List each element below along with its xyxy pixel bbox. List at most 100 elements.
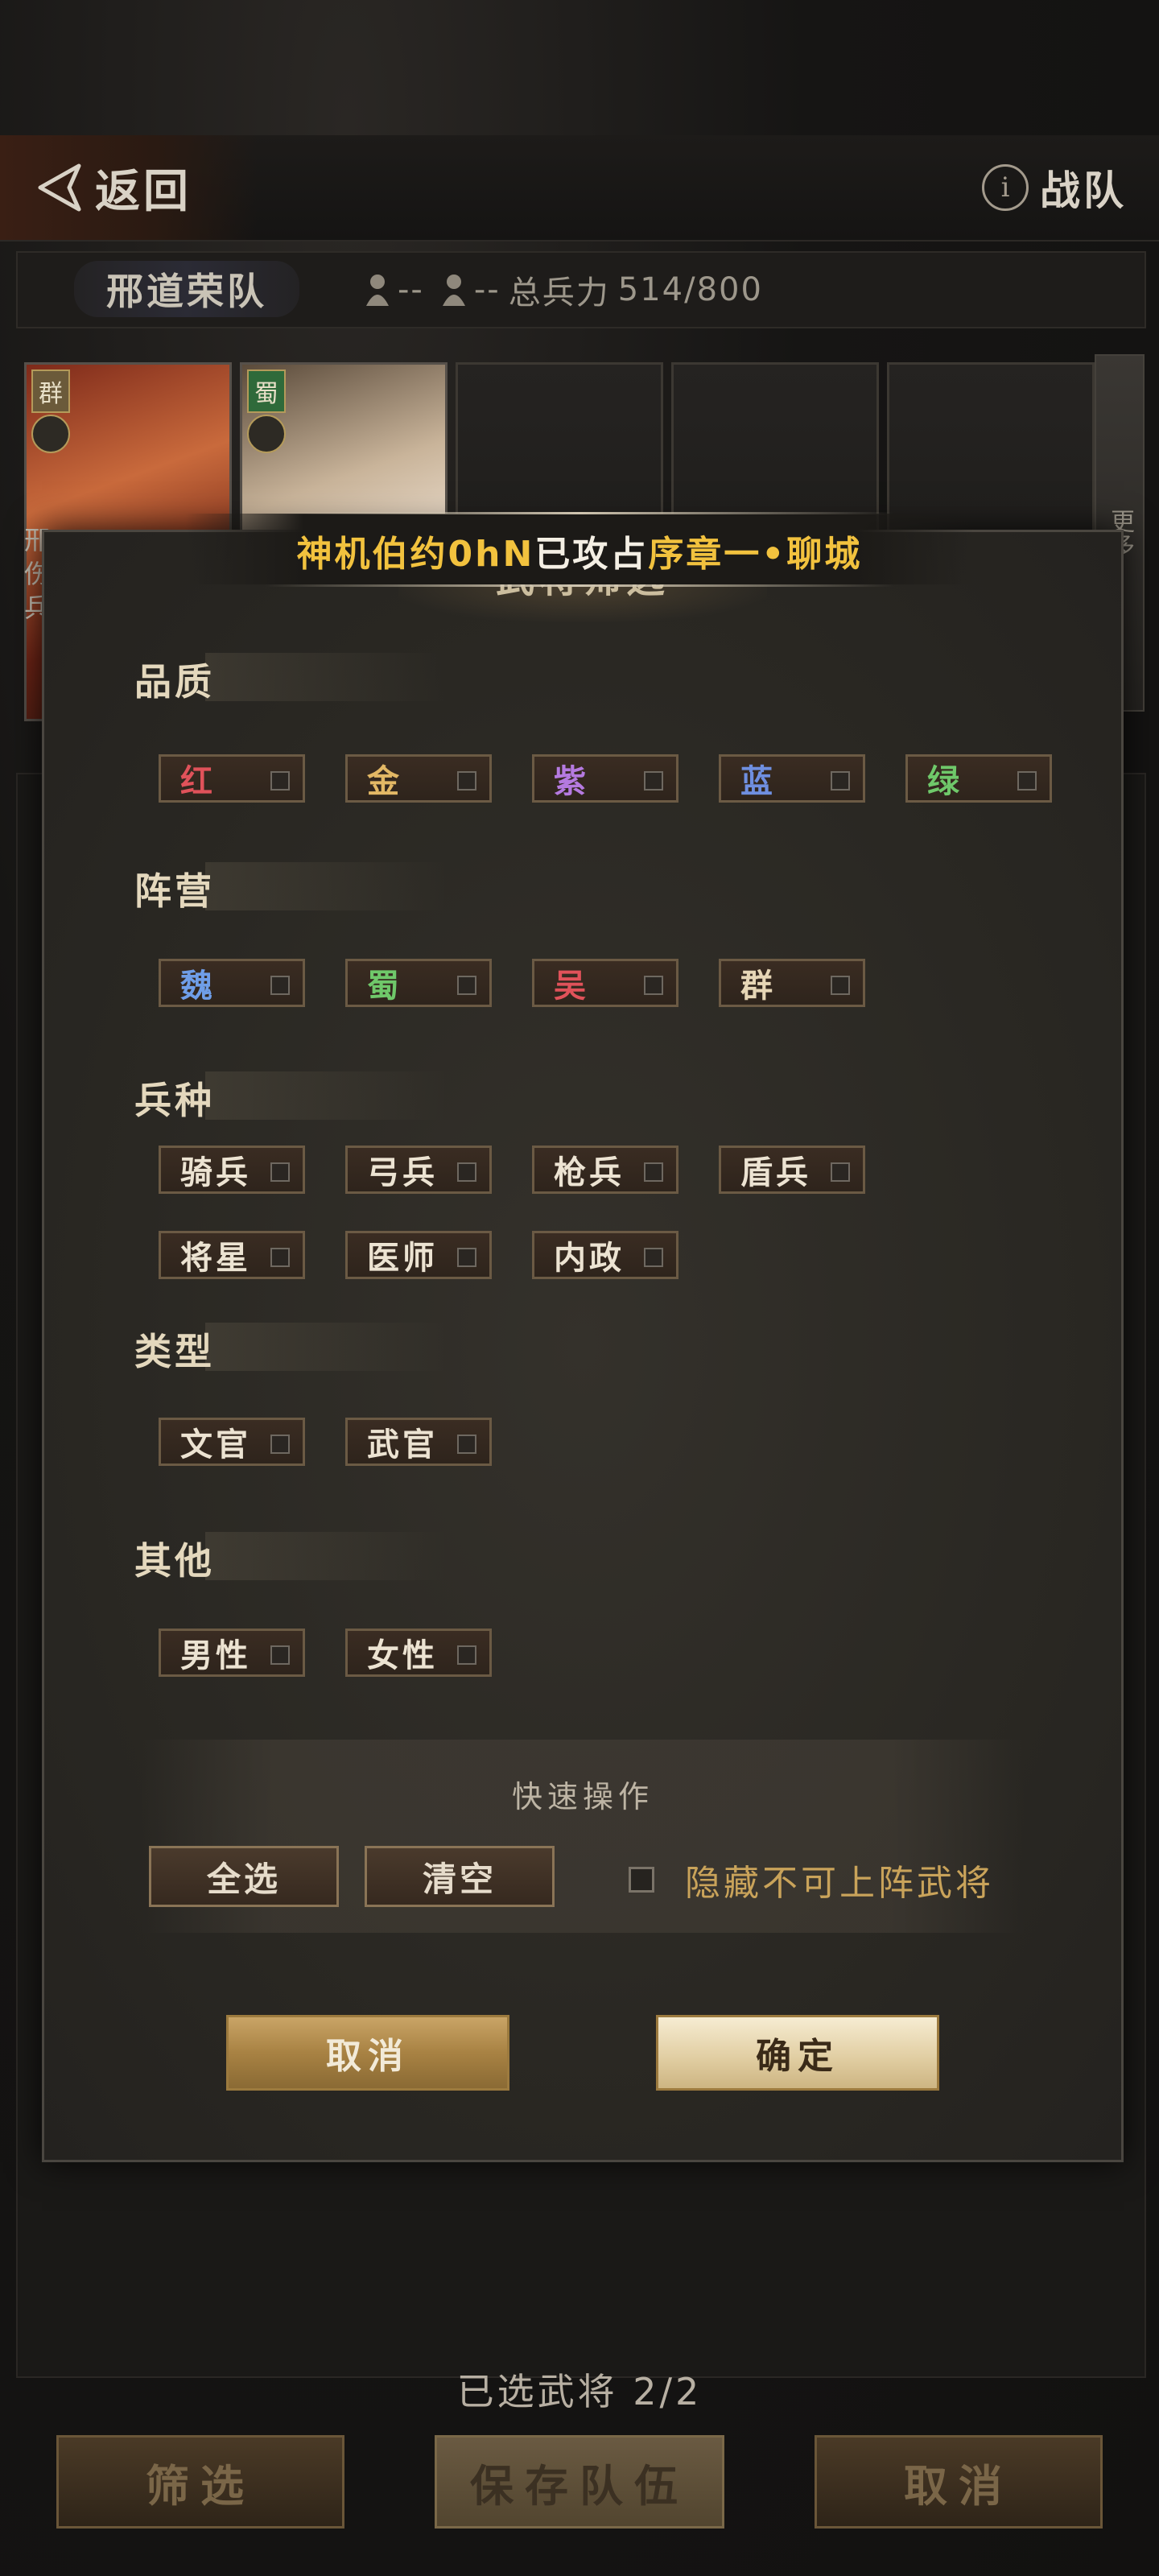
save-team-button[interactable]: 保存队伍	[435, 2435, 724, 2529]
filter-option-type[interactable]: 文官	[159, 1418, 305, 1466]
filter-option-quality[interactable]: 红	[159, 754, 305, 803]
filter-option-troop[interactable]: 骑兵	[159, 1146, 305, 1194]
filter-option-quality[interactable]: 绿	[905, 754, 1052, 803]
filter-option-label: 红	[180, 763, 216, 800]
filter-option-troop[interactable]: 内政	[532, 1231, 678, 1279]
other-label: 其他	[134, 1539, 215, 1583]
filter-option-troop[interactable]: 弓兵	[345, 1146, 492, 1194]
filter-option-label: 紫	[554, 763, 589, 800]
section-decoration	[205, 1323, 447, 1371]
filter-option-type[interactable]: 武官	[345, 1418, 492, 1466]
dialog-confirm-button[interactable]: 确定	[656, 2015, 939, 2091]
type-label: 类型	[134, 1330, 215, 1373]
checkbox-icon[interactable]	[457, 771, 476, 791]
checkbox-icon[interactable]	[270, 1435, 290, 1454]
faction-tag: 群	[31, 369, 70, 413]
team-name[interactable]: 邢道荣队	[74, 261, 299, 317]
filter-button[interactable]: 筛选	[56, 2435, 344, 2529]
section-decoration	[205, 862, 447, 910]
faction-tag: 蜀	[247, 369, 286, 413]
checkbox-icon[interactable]	[644, 976, 663, 995]
back-arrow-icon	[32, 159, 89, 216]
checkbox-icon[interactable]	[457, 1248, 476, 1267]
checkbox-icon[interactable]	[1017, 771, 1037, 791]
filter-option-troop[interactable]: 将星	[159, 1231, 305, 1279]
quality-label: 品质	[134, 660, 215, 704]
dialog-cancel-button[interactable]: 取消	[226, 2015, 509, 2091]
filter-option-quality[interactable]: 金	[345, 754, 492, 803]
soldier-icon	[442, 275, 465, 306]
checkbox-icon[interactable]	[644, 1248, 663, 1267]
team-button[interactable]: i 战队	[982, 135, 1127, 240]
section-decoration	[205, 653, 447, 701]
filter-option-label: 金	[367, 763, 402, 800]
section-decoration	[205, 1071, 447, 1120]
troops-label: 总兵力	[508, 275, 610, 312]
cancel-button[interactable]: 取消	[815, 2435, 1103, 2529]
unit-type-icon	[247, 415, 286, 453]
checkbox-icon[interactable]	[644, 771, 663, 791]
stat-b: --	[473, 271, 501, 308]
filter-dialog: 武将筛选 品质 红金紫蓝绿 阵营 魏蜀吴群 兵种 骑兵弓兵枪兵盾兵将星医师内政 …	[42, 530, 1124, 2162]
filter-option-quality[interactable]: 紫	[532, 754, 678, 803]
checkbox-icon[interactable]	[457, 1162, 476, 1182]
selected-count: 已选武将 2/2	[456, 2370, 703, 2413]
filter-option-other[interactable]: 男性	[159, 1629, 305, 1677]
checkbox-icon[interactable]	[270, 1645, 290, 1665]
filter-option-troop[interactable]: 医师	[345, 1231, 492, 1279]
filter-option-label: 吴	[554, 968, 589, 1005]
back-label: 返回	[95, 165, 192, 218]
hide-unavailable-label[interactable]: 隐藏不可上阵武将	[685, 1854, 994, 1905]
quick-actions-title: 快速操作	[511, 1779, 654, 1814]
capture-notice-banner: 神机伯约0hN已攻占序章一•聊城	[185, 501, 974, 597]
team-info-row: 邢道荣队 -- -- 总兵力 514/800	[16, 251, 1146, 328]
unit-type-icon	[31, 415, 70, 453]
checkbox-icon[interactable]	[457, 1435, 476, 1454]
hide-unavailable-checkbox[interactable]	[629, 1867, 654, 1893]
checkbox-icon[interactable]	[457, 1645, 476, 1665]
checkbox-icon[interactable]	[831, 771, 850, 791]
filter-option-camp[interactable]: 群	[719, 959, 865, 1007]
filter-option-camp[interactable]: 魏	[159, 959, 305, 1007]
filter-option-camp[interactable]: 蜀	[345, 959, 492, 1007]
filter-option-troop[interactable]: 盾兵	[719, 1146, 865, 1194]
notice-action: 已攻占	[534, 534, 649, 575]
filter-option-quality[interactable]: 蓝	[719, 754, 865, 803]
top-bar: 返回 i 战队	[0, 135, 1159, 242]
filter-option-camp[interactable]: 吴	[532, 959, 678, 1007]
checkbox-icon[interactable]	[831, 976, 850, 995]
section-decoration	[205, 1532, 447, 1580]
filter-option-label: 医师	[367, 1240, 438, 1277]
checkbox-icon[interactable]	[457, 976, 476, 995]
checkbox-icon[interactable]	[270, 1248, 290, 1267]
troop-label: 兵种	[134, 1079, 215, 1122]
notice-location: 序章一•聊城	[648, 534, 863, 575]
checkbox-icon[interactable]	[270, 771, 290, 791]
back-button[interactable]: 返回	[0, 135, 258, 240]
filter-option-label: 武官	[367, 1426, 438, 1463]
filter-option-other[interactable]: 女性	[345, 1629, 492, 1677]
checkbox-icon[interactable]	[831, 1162, 850, 1182]
clear-button[interactable]: 清空	[365, 1846, 555, 1907]
checkbox-icon[interactable]	[644, 1162, 663, 1182]
filter-option-label: 将星	[180, 1240, 251, 1277]
stat-a: --	[398, 271, 424, 308]
filter-option-label: 绿	[927, 763, 963, 800]
filter-option-label: 骑兵	[180, 1154, 251, 1191]
checkbox-icon[interactable]	[270, 976, 290, 995]
filter-option-label: 内政	[554, 1240, 625, 1277]
select-all-button[interactable]: 全选	[149, 1846, 339, 1907]
filter-option-label: 群	[740, 968, 776, 1005]
notice-top-line	[266, 512, 893, 514]
filter-option-label: 男性	[180, 1637, 251, 1674]
filter-option-label: 蜀	[367, 968, 402, 1005]
filter-option-label: 女性	[367, 1637, 438, 1674]
camp-label: 阵营	[134, 869, 215, 913]
filter-option-label: 盾兵	[740, 1154, 811, 1191]
filter-option-troop[interactable]: 枪兵	[532, 1146, 678, 1194]
notice-text: 神机伯约0hN已攻占序章一•聊城	[185, 525, 974, 576]
checkbox-icon[interactable]	[270, 1162, 290, 1182]
team-stats: -- -- 总兵力 514/800	[356, 264, 771, 316]
troops-value: 514/800	[617, 271, 763, 308]
team-label: 战队	[1040, 167, 1127, 214]
